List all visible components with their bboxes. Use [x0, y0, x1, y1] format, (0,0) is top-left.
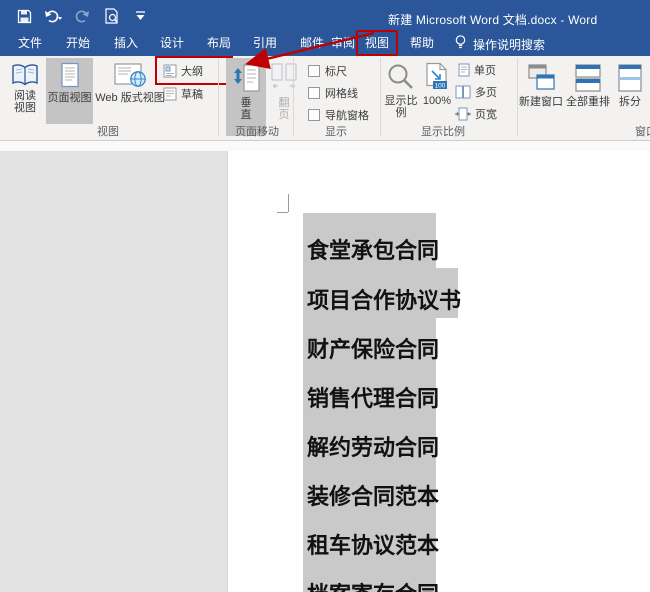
zoom-100-icon: 100: [426, 62, 447, 90]
doc-line[interactable]: 销售代理合同: [307, 381, 439, 413]
zoom-button[interactable]: 显示比例: [380, 58, 422, 124]
lightbulb-icon: [455, 35, 466, 53]
page-width-label: 页宽: [475, 109, 497, 121]
ruler-checkbox[interactable]: 标尺: [308, 63, 347, 79]
print-layout-button[interactable]: 页面视图: [46, 58, 93, 124]
split-button[interactable]: 拆分: [612, 59, 648, 123]
tab-layout[interactable]: 布局: [207, 33, 231, 53]
gridlines-checkbox[interactable]: 网格线: [308, 85, 358, 101]
read-mode-label: 阅读视图: [14, 90, 36, 114]
page-width-button[interactable]: 页宽: [455, 106, 497, 122]
new-window-label: 新建窗口: [519, 96, 563, 108]
tab-home[interactable]: 开始: [66, 33, 90, 53]
ribbon-bottom-band: [0, 141, 650, 151]
group-separator: [293, 58, 294, 136]
vertical-label: 垂直: [240, 97, 252, 121]
doc-line[interactable]: 食堂承包合同: [307, 233, 439, 265]
navigation-pane-checkbox[interactable]: 导航窗格: [308, 107, 369, 123]
undo-icon[interactable]: [43, 6, 63, 26]
tab-insert[interactable]: 插入: [114, 33, 138, 53]
one-page-icon: [458, 63, 470, 77]
view-tab-highlight-box: [356, 30, 398, 56]
ruler-label: 标尺: [325, 66, 347, 78]
draft-view-icon: [163, 87, 177, 101]
window-title: 新建 Microsoft Word 文档.docx - Word: [388, 13, 598, 27]
margin-crop-mark: [277, 212, 288, 213]
zoom-group-label: 显示比例: [421, 126, 465, 138]
tab-review[interactable]: 审阅: [331, 33, 355, 53]
zoom-100-label: 100%: [422, 95, 452, 107]
tab-design[interactable]: 设计: [160, 33, 184, 53]
read-mode-icon: [12, 64, 38, 86]
tab-file[interactable]: 文件: [18, 33, 42, 53]
read-mode-button[interactable]: 阅读视图: [4, 59, 46, 123]
arrange-all-icon: [575, 64, 601, 92]
multiple-pages-icon: [455, 85, 471, 99]
multiple-pages-button[interactable]: 多页: [455, 84, 497, 100]
one-page-label: 单页: [474, 65, 496, 77]
vertical-icon: [234, 64, 260, 92]
checkbox-icon: [308, 65, 320, 77]
split-label: 拆分: [619, 96, 641, 108]
doc-line[interactable]: 解约劳动合同: [307, 430, 439, 462]
doc-line[interactable]: 项目合作协议书: [307, 283, 461, 315]
quick-access-toolbar: [14, 5, 150, 27]
outline-highlight-box: [155, 56, 233, 85]
show-group-label: 显示: [325, 126, 347, 138]
page-movement-group-label: 页面移动: [235, 126, 279, 138]
print-preview-icon[interactable]: [101, 6, 121, 26]
draft-view-button[interactable]: 草稿: [163, 85, 203, 103]
title-bar: 新建 Microsoft Word 文档.docx - Word 文件 开始 插…: [0, 0, 650, 56]
page-width-icon: [455, 107, 471, 121]
tell-me-label: 操作说明搜索: [473, 37, 546, 52]
margin-crop-mark: [288, 194, 289, 212]
zoom-label: 显示比例: [384, 95, 418, 119]
one-page-button[interactable]: 单页: [458, 62, 496, 78]
side-to-side-label: 翻页: [278, 97, 290, 121]
customize-qat-icon[interactable]: [130, 6, 150, 26]
window-group-label: 窗口: [635, 126, 650, 138]
doc-line[interactable]: 档案寄存合同: [307, 577, 439, 592]
navigation-pane-label: 导航窗格: [325, 110, 369, 122]
checkbox-icon: [308, 109, 320, 121]
new-window-icon: [528, 64, 555, 90]
tab-references[interactable]: 引用: [253, 33, 277, 53]
multiple-pages-label: 多页: [475, 87, 497, 99]
split-icon: [618, 64, 642, 92]
doc-line[interactable]: 财产保险合同: [307, 332, 439, 364]
svg-text:100: 100: [435, 83, 446, 90]
draft-view-label: 草稿: [181, 89, 203, 101]
tell-me-search[interactable]: 操作说明搜索: [455, 35, 545, 53]
tab-mailings[interactable]: 邮件: [300, 33, 324, 53]
word-window: 新建 Microsoft Word 文档.docx - Word 文件 开始 插…: [0, 0, 650, 592]
save-icon[interactable]: [14, 6, 34, 26]
gridlines-label: 网格线: [325, 88, 358, 100]
web-layout-icon: [114, 63, 146, 87]
document-page[interactable]: [227, 151, 650, 592]
arrange-all-button[interactable]: 全部重排: [565, 59, 611, 123]
zoom-100-button[interactable]: 100 100%: [418, 58, 456, 124]
group-separator: [218, 58, 219, 136]
ribbon-view-tab: 阅读视图 页面视图 Web 版式视图 大纲 草稿 视图 垂直 翻页 页面移动 标…: [0, 56, 650, 141]
web-layout-label: Web 版式视图: [95, 92, 165, 104]
arrange-all-label: 全部重排: [566, 96, 610, 108]
doc-line[interactable]: 租车协议范本: [307, 528, 439, 560]
print-layout-icon: [60, 62, 79, 88]
redo-icon[interactable]: [72, 6, 92, 26]
print-layout-label: 页面视图: [47, 92, 92, 104]
doc-line[interactable]: 装修合同范本: [307, 479, 439, 511]
views-group-label: 视图: [97, 126, 119, 138]
zoom-magnifier-icon: [388, 64, 413, 89]
tab-help[interactable]: 帮助: [410, 33, 434, 53]
checkbox-icon: [308, 87, 320, 99]
new-window-button[interactable]: 新建窗口: [518, 59, 564, 123]
